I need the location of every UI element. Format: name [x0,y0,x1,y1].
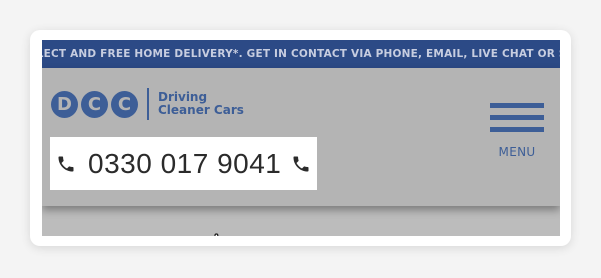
hamburger-line [490,103,544,108]
phone-number-text[interactable]: 0330 017 9041 [88,148,281,180]
phone-number-link[interactable]: 0330 017 9041 [50,137,317,236]
hamburger-line [490,127,544,132]
hand-pointer-cursor-icon [214,233,219,236]
logo-tagline-line2: Cleaner Cars [158,103,244,117]
logo-letter-d: D [51,90,78,118]
dcc-logo[interactable]: D C C Driving Cleaner Cars [51,88,244,120]
logo-letter-c2: C [111,90,138,118]
hamburger-icon[interactable] [490,103,544,139]
phone-icon [293,156,309,171]
logo-divider [147,88,149,120]
phone-icon [58,156,74,171]
announcement-bar: COLLECT AND FREE HOME DELIVERY*. GET IN … [42,40,560,68]
logo-tagline: Driving Cleaner Cars [158,91,244,117]
mobile-viewport: COLLECT AND FREE HOME DELIVERY*. GET IN … [42,40,560,236]
announcement-text: COLLECT AND FREE HOME DELIVERY*. GET IN … [42,48,560,60]
logo-letter-c1: C [81,90,108,118]
hamburger-line [490,115,544,120]
menu-label: MENU [498,145,536,159]
site-header: D C C Driving Cleaner Cars 0330 017 9041 [42,68,560,236]
menu-button[interactable]: MENU [489,103,545,159]
